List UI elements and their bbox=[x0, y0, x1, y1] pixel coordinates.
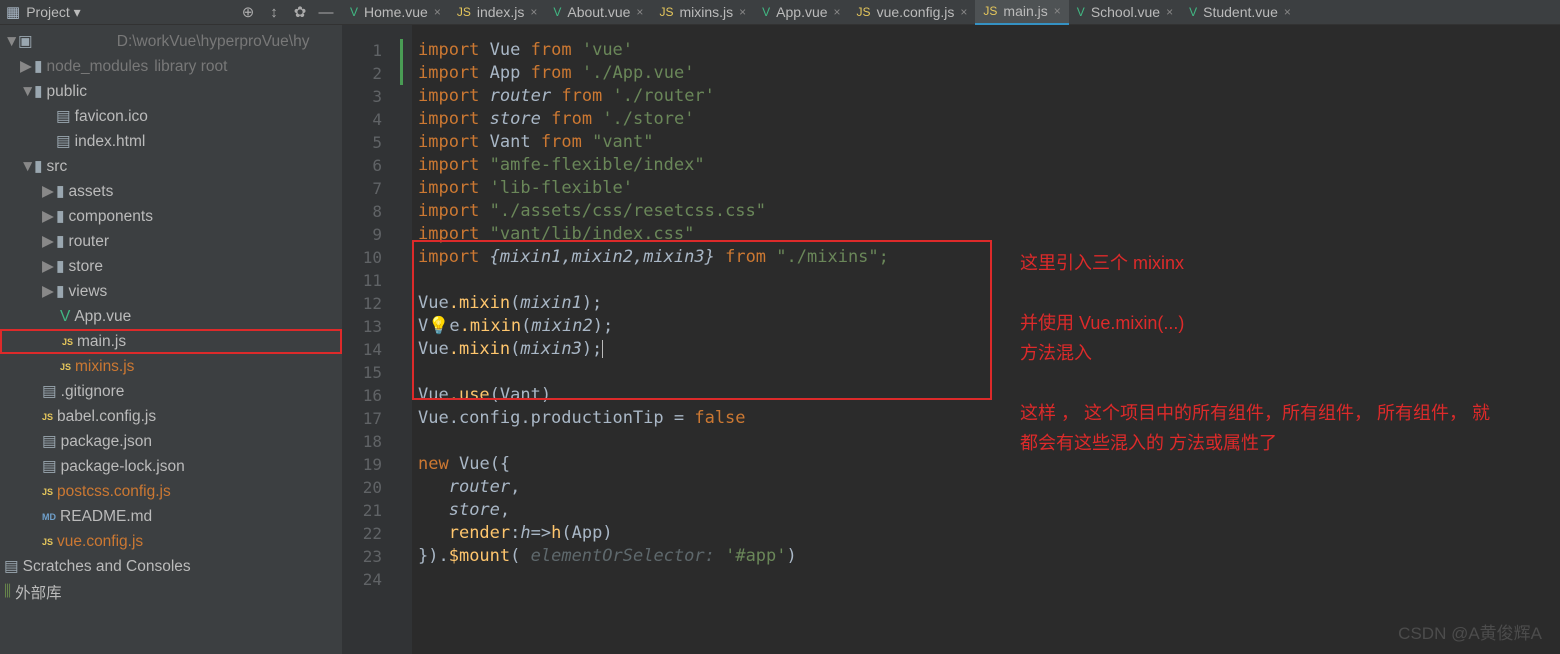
tree-node-modules[interactable]: ▶▮ node_modules library root bbox=[0, 54, 342, 79]
line-gutter: 123456789101112131415161718192021222324 bbox=[342, 25, 398, 654]
close-icon[interactable]: × bbox=[1054, 4, 1061, 18]
tab-home-vue[interactable]: V Home.vue × bbox=[342, 0, 449, 25]
tab-label: Student.vue bbox=[1203, 4, 1278, 20]
line-number: 11 bbox=[342, 269, 398, 292]
tree-babel[interactable]: JSbabel.config.js bbox=[0, 404, 342, 429]
project-sidebar: ▦ Project ▾ ⊕ ↕ ✿ — ▼▣ hyperfvue D:\work… bbox=[0, 0, 342, 654]
settings-icon[interactable]: ✿ bbox=[290, 2, 310, 22]
tab-label: vue.config.js bbox=[877, 4, 955, 20]
tree-packagelock[interactable]: ▤package-lock.json bbox=[0, 454, 342, 479]
tree-router[interactable]: ▶▮router bbox=[0, 229, 342, 254]
hide-icon[interactable]: — bbox=[316, 2, 336, 22]
bulb-icon[interactable]: 💡 bbox=[428, 316, 449, 336]
tab-student-vue[interactable]: V Student.vue × bbox=[1181, 0, 1299, 25]
vue-icon: V bbox=[762, 5, 770, 19]
close-icon[interactable]: × bbox=[530, 5, 537, 19]
editor-area: V Home.vue × JS index.js × V About.vue × JS mixins… bbox=[342, 0, 1560, 654]
annotation-line: 这样 ， 这个项目中的所有组件，所有组件， 所有组件， 就都会有这些混入的 方法… bbox=[1020, 398, 1500, 458]
vue-icon: V bbox=[553, 5, 561, 19]
tab-mixins-js[interactable]: JS mixins.js × bbox=[651, 0, 754, 25]
fold-bar bbox=[398, 25, 412, 654]
annotation-line: 方法混入 bbox=[1020, 338, 1500, 368]
tree-src[interactable]: ▼▮src bbox=[0, 154, 342, 179]
js-icon: JS bbox=[659, 5, 673, 19]
tab-label: App.vue bbox=[776, 4, 827, 20]
js-icon: JS bbox=[983, 4, 997, 18]
tab-label: main.js bbox=[1003, 3, 1047, 19]
tab-index-js[interactable]: JS index.js × bbox=[449, 0, 546, 25]
vue-icon: V bbox=[350, 5, 358, 19]
line-number: 13 bbox=[342, 315, 398, 338]
project-tree[interactable]: ▼▣ hyperfvue D:\workVue\hyperproVue\hy ▶… bbox=[0, 25, 342, 654]
tree-public[interactable]: ▼▮public bbox=[0, 79, 342, 104]
close-icon[interactable]: × bbox=[1284, 5, 1291, 19]
tab-label: index.js bbox=[477, 4, 524, 20]
line-number: 17 bbox=[342, 407, 398, 430]
line-number: 19 bbox=[342, 453, 398, 476]
close-icon[interactable]: × bbox=[434, 5, 441, 19]
line-number: 20 bbox=[342, 476, 398, 499]
line-number: 18 bbox=[342, 430, 398, 453]
tree-components[interactable]: ▶▮components bbox=[0, 204, 342, 229]
line-number: 7 bbox=[342, 177, 398, 200]
editor-tabs: V Home.vue × JS index.js × V About.vue × JS mixins… bbox=[342, 0, 1560, 25]
tab-main-js[interactable]: JS main.js × bbox=[975, 0, 1068, 25]
tree-store[interactable]: ▶▮store bbox=[0, 254, 342, 279]
annotation-line: 并使用 Vue.mixin(...) bbox=[1020, 308, 1500, 338]
line-number: 8 bbox=[342, 200, 398, 223]
js-icon: JS bbox=[857, 5, 871, 19]
line-number: 1 bbox=[342, 39, 398, 62]
line-number: 24 bbox=[342, 568, 398, 591]
tree-gitignore[interactable]: ▤.gitignore bbox=[0, 379, 342, 404]
project-icon: ▦ bbox=[6, 3, 20, 21]
close-icon[interactable]: × bbox=[1166, 5, 1173, 19]
line-number: 5 bbox=[342, 131, 398, 154]
line-number: 6 bbox=[342, 154, 398, 177]
vue-icon: V bbox=[1077, 5, 1085, 19]
tree-external[interactable]: ⫼外部库 bbox=[0, 579, 342, 604]
close-icon[interactable]: × bbox=[739, 5, 746, 19]
watermark: CSDN @A黄俊辉A bbox=[1398, 619, 1542, 644]
line-number: 12 bbox=[342, 292, 398, 315]
tab-label: About.vue bbox=[567, 4, 630, 20]
tree-scratches[interactable]: ▤Scratches and Consoles bbox=[0, 554, 342, 579]
tab-school-vue[interactable]: V School.vue × bbox=[1069, 0, 1181, 25]
line-number: 16 bbox=[342, 384, 398, 407]
tree-readme[interactable]: MDREADME.md bbox=[0, 504, 342, 529]
close-icon[interactable]: × bbox=[960, 5, 967, 19]
line-number: 4 bbox=[342, 108, 398, 131]
line-number: 22 bbox=[342, 522, 398, 545]
tab-about-vue[interactable]: V About.vue × bbox=[545, 0, 651, 25]
line-number: 2 bbox=[342, 62, 398, 85]
line-number: 3 bbox=[342, 85, 398, 108]
tree-postcss[interactable]: JSpostcss.config.js bbox=[0, 479, 342, 504]
line-number: 23 bbox=[342, 545, 398, 568]
close-icon[interactable]: × bbox=[834, 5, 841, 19]
tree-packagejson[interactable]: ▤package.json bbox=[0, 429, 342, 454]
line-number: 14 bbox=[342, 338, 398, 361]
close-icon[interactable]: × bbox=[636, 5, 643, 19]
target-icon[interactable]: ⊕ bbox=[238, 2, 258, 22]
tab-app-vue[interactable]: V App.vue × bbox=[754, 0, 848, 25]
tree-assets[interactable]: ▶▮assets bbox=[0, 179, 342, 204]
tab-label: mixins.js bbox=[679, 4, 733, 20]
annotation-overlay: 这里引入三个 mixinx 并使用 Vue.mixin(...) 方法混入 这样… bbox=[1020, 248, 1500, 458]
tree-views[interactable]: ▶▮views bbox=[0, 279, 342, 304]
line-number: 9 bbox=[342, 223, 398, 246]
annotation-line: 这里引入三个 mixinx bbox=[1020, 248, 1500, 278]
tree-root[interactable]: ▼▣ hyperfvue D:\workVue\hyperproVue\hy bbox=[0, 29, 342, 54]
text-cursor bbox=[602, 340, 603, 358]
line-number: 10 bbox=[342, 246, 398, 269]
tab-label: Home.vue bbox=[364, 4, 428, 20]
expand-icon[interactable]: ↕ bbox=[264, 2, 284, 22]
tab-label: School.vue bbox=[1091, 4, 1160, 20]
tree-vueconfig[interactable]: JSvue.config.js bbox=[0, 529, 342, 554]
vue-icon: V bbox=[1189, 5, 1197, 19]
line-number: 21 bbox=[342, 499, 398, 522]
tab-vue-config-js[interactable]: JS vue.config.js × bbox=[849, 0, 976, 25]
line-number: 15 bbox=[342, 361, 398, 384]
js-icon: JS bbox=[457, 5, 471, 19]
